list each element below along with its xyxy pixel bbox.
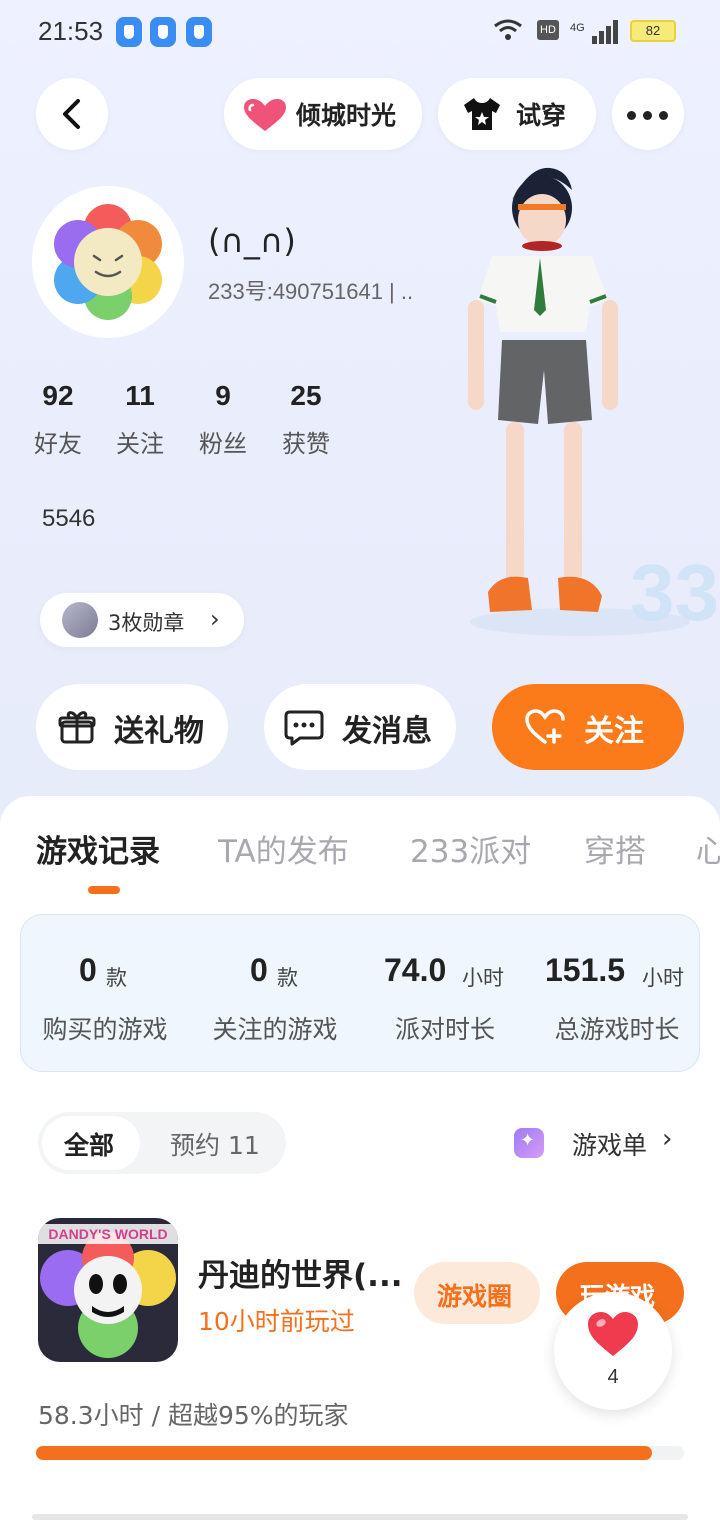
following-count[interactable]: 11 (100, 380, 180, 412)
more-dot (643, 111, 652, 120)
fans-count[interactable]: 9 (183, 380, 263, 412)
user-id[interactable]: 233号:490751641 | .. (208, 274, 413, 306)
svg-text:33: 33 (630, 548, 719, 637)
chevron-right-icon: › (210, 605, 220, 633)
tab-posts[interactable]: TA的发布 (218, 826, 349, 871)
game-circle-label: 游戏圈 (437, 1282, 513, 1311)
party-time-label: 派对时长 (394, 1015, 495, 1044)
tab-party[interactable]: 233派对 (410, 826, 531, 871)
active-tab-indicator (88, 886, 120, 894)
chat-bubble-icon (284, 710, 324, 746)
follow-label: 关注 (584, 714, 644, 749)
battery-icon: 82 (630, 20, 676, 42)
game-list-link[interactable]: 游戏单 (572, 1126, 647, 1162)
tshirt-icon (464, 98, 500, 130)
back-button[interactable] (36, 78, 108, 150)
game-icon[interactable]: DANDY'S WORLD (38, 1218, 178, 1362)
signal-icon (592, 20, 620, 44)
game-stats-card (20, 914, 700, 1072)
send-gift-button[interactable]: 送礼物 (36, 684, 228, 770)
purchased-count: 0 (79, 952, 97, 988)
following-label[interactable]: 关注 (100, 424, 180, 459)
last-played: 10小时前玩过 (198, 1307, 355, 1336)
game-circle-button[interactable]: 游戏圈 (414, 1262, 540, 1324)
heart-plus-icon (525, 709, 565, 744)
game-icon-text: DANDY'S WORLD (48, 1226, 167, 1242)
playtime-text: 58.3小时 / 超越95%的玩家 (38, 1401, 349, 1430)
shield-notification-icon (186, 17, 212, 47)
likes-count[interactable]: 25 (266, 380, 346, 412)
followed-games-unit: 款 (277, 966, 298, 990)
tab-outfits[interactable]: 穿搭 (584, 826, 646, 871)
party-time-unit: 小时 (462, 966, 504, 990)
wifi-icon (493, 18, 523, 48)
badges-button[interactable]: 3枚勋章 › (40, 593, 244, 647)
purchased-unit: 款 (106, 966, 127, 990)
party-time-value: 74.0 (384, 952, 447, 988)
friends-count[interactable]: 92 (18, 380, 98, 412)
status-bar: 21:53 HD 4G 82 (0, 0, 720, 64)
medal-icon (62, 602, 98, 638)
badges-label: 3枚勋章 (108, 611, 185, 635)
followed-games-count: 0 (250, 952, 268, 988)
bio-text: 5546 (42, 505, 96, 532)
send-message-button[interactable]: 发消息 (264, 684, 456, 770)
playtime-progress-fill (36, 1446, 652, 1460)
clock: 21:53 (38, 16, 104, 46)
total-time-value: 151.5 (545, 952, 626, 988)
friends-label[interactable]: 好友 (18, 424, 98, 459)
filter-reserve[interactable]: 预约 11 (170, 1126, 260, 1162)
back-arrow-icon (63, 99, 80, 129)
flower-avatar-image (32, 186, 184, 338)
avatar-character-image[interactable]: 33 (440, 160, 720, 660)
filter-all[interactable]: 全部 (64, 1126, 114, 1162)
send-gift-label: 送礼物 (114, 714, 204, 749)
avatar[interactable] (32, 186, 184, 338)
gift-icon (58, 711, 96, 744)
purchased-label: 购买的游戏 (42, 1015, 168, 1044)
shield-notification-icon (116, 17, 142, 47)
likes-label[interactable]: 获赞 (266, 424, 346, 459)
hd-icon: HD (537, 20, 559, 40)
tab-more[interactable]: 心 (696, 826, 720, 871)
more-dot (659, 111, 668, 120)
title-tag-button[interactable]: 倾城时光 (224, 78, 422, 150)
total-time-unit: 小时 (642, 966, 684, 990)
network-type: 4G (570, 22, 585, 34)
chevron-right-icon[interactable]: › (662, 1124, 672, 1154)
more-dot (627, 111, 636, 120)
tab-game-records[interactable]: 游戏记录 (36, 826, 160, 871)
more-button[interactable] (612, 78, 684, 150)
heart-icon (244, 99, 286, 131)
floating-like-button[interactable]: 4 (554, 1292, 672, 1410)
try-on-button[interactable]: 试穿 (438, 78, 596, 150)
red-heart-icon (588, 1312, 638, 1356)
next-item-divider (32, 1514, 688, 1520)
game-title[interactable]: 丹迪的世界(... (198, 1250, 403, 1295)
sparkle-icon[interactable] (514, 1128, 544, 1158)
title-tag-label: 倾城时光 (296, 101, 397, 130)
followed-games-label: 关注的游戏 (212, 1015, 338, 1044)
follow-button[interactable]: 关注 (492, 684, 684, 770)
like-count: 4 (607, 1366, 619, 1388)
total-time-label: 总游戏时长 (554, 1015, 680, 1044)
send-message-label: 发消息 (342, 714, 432, 749)
try-on-label: 试穿 (516, 101, 567, 130)
fans-label[interactable]: 粉丝 (183, 424, 263, 459)
nickname: (∩_∩) (208, 222, 296, 260)
shield-notification-icon (150, 17, 176, 47)
